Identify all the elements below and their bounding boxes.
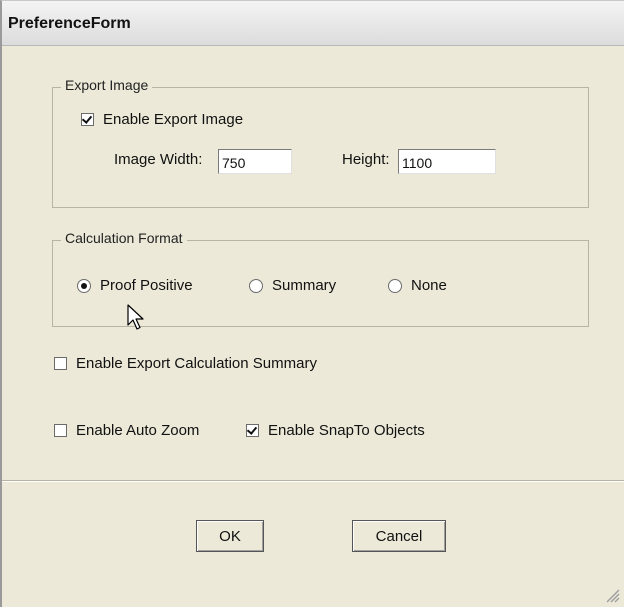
enable-auto-zoom-label: Enable Auto Zoom	[76, 422, 200, 439]
radio-summary-button[interactable]	[249, 278, 263, 293]
preference-form-window: PreferenceForm Export Image Enable Expor…	[0, 0, 624, 607]
cancel-button[interactable]: Cancel	[352, 520, 446, 552]
height-input[interactable]	[398, 149, 496, 174]
radio-none-button[interactable]	[388, 278, 402, 293]
radio-none-label: None	[411, 277, 447, 294]
enable-export-image-checkbox-row[interactable]: Enable Export Image	[81, 111, 243, 128]
enable-export-calc-summary-row[interactable]: Enable Export Calculation Summary	[54, 355, 317, 372]
resize-grip-icon[interactable]	[604, 587, 620, 603]
window-title: PreferenceForm	[8, 15, 131, 32]
enable-export-calc-summary-label: Enable Export Calculation Summary	[76, 355, 317, 372]
title-bar[interactable]: PreferenceForm	[2, 1, 624, 46]
ok-button[interactable]: OK	[196, 520, 264, 552]
export-image-legend: Export Image	[61, 77, 153, 93]
image-width-label: Image Width:	[114, 151, 203, 168]
export-image-group: Export Image	[52, 77, 589, 208]
calculation-format-legend: Calculation Format	[61, 230, 187, 246]
enable-snap-to-objects-checkbox[interactable]	[246, 424, 259, 437]
radio-summary[interactable]: Summary	[249, 277, 336, 294]
enable-snap-to-objects-label: Enable SnapTo Objects	[268, 422, 425, 439]
enable-export-calc-summary-checkbox[interactable]	[54, 357, 67, 370]
image-width-input[interactable]	[218, 149, 292, 174]
enable-auto-zoom-checkbox[interactable]	[54, 424, 67, 437]
enable-export-image-checkbox[interactable]	[81, 113, 94, 126]
radio-none[interactable]: None	[388, 277, 447, 294]
radio-proof-positive-label: Proof Positive	[100, 277, 193, 294]
radio-proof-positive-button[interactable]	[77, 278, 91, 293]
mouse-pointer-icon	[127, 304, 144, 330]
radio-summary-label: Summary	[272, 277, 337, 294]
enable-snap-to-objects-row[interactable]: Enable SnapTo Objects	[246, 422, 425, 439]
height-label: Height:	[342, 151, 390, 168]
radio-proof-positive[interactable]: Proof Positive	[77, 277, 193, 294]
enable-export-image-label: Enable Export Image	[103, 111, 244, 128]
enable-auto-zoom-row[interactable]: Enable Auto Zoom	[54, 422, 199, 439]
footer-separator	[2, 480, 624, 482]
